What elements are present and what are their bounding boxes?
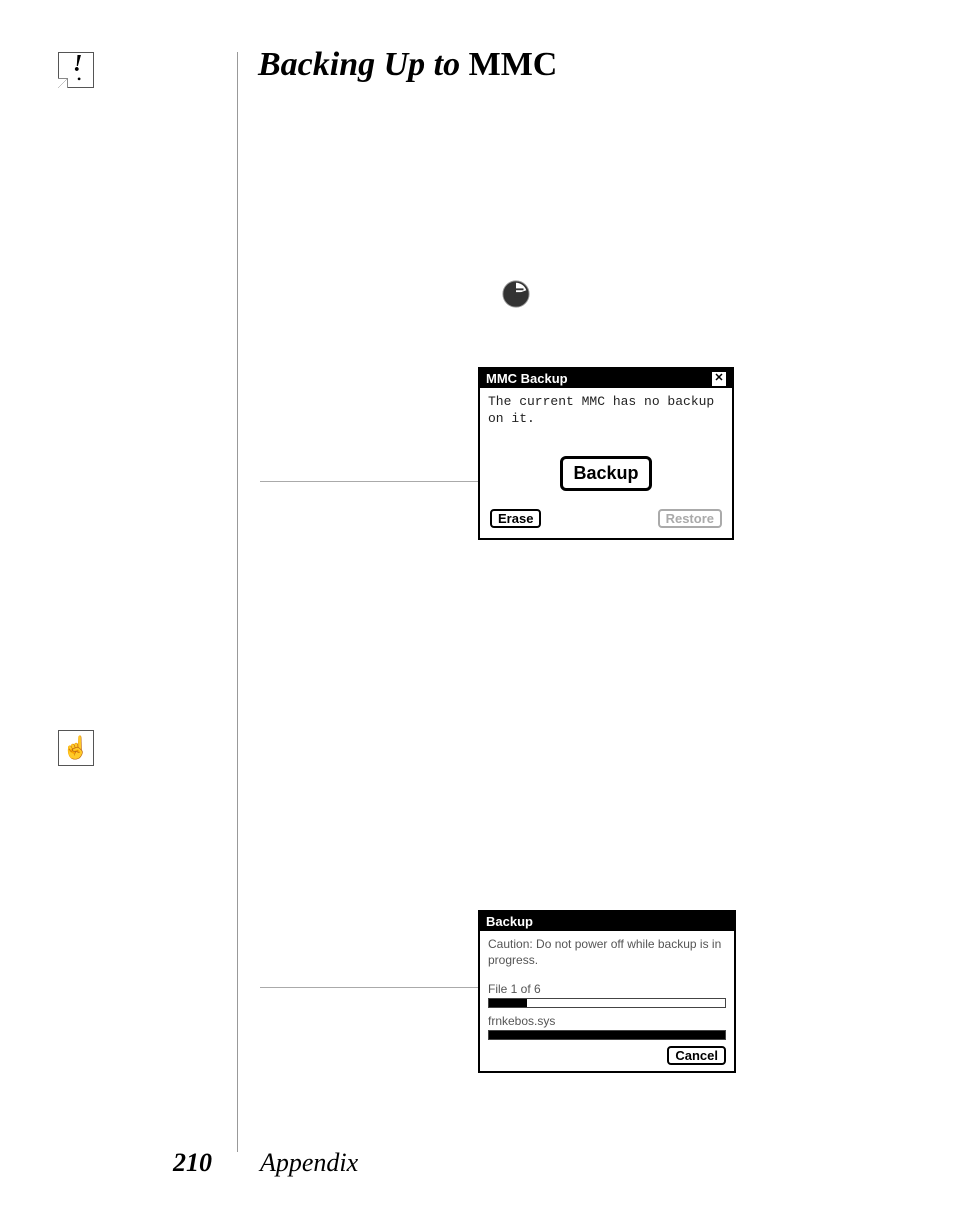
caution-text: Caution: Do not power off while backup i… <box>488 937 726 968</box>
dialog-message: The current MMC has no backup on it. <box>488 394 724 428</box>
close-icon[interactable]: ✕ <box>712 372 726 386</box>
dialog-titlebar: MMC Backup ✕ <box>480 369 732 388</box>
dialog-title-text: MMC Backup <box>486 371 568 386</box>
disk-icon <box>501 279 531 309</box>
warning-note-icon <box>58 52 94 88</box>
footer-label: Appendix <box>260 1148 358 1178</box>
overall-progress <box>488 998 726 1008</box>
file-progress <box>488 1030 726 1040</box>
section-title: Backing Up to MMC <box>258 46 557 84</box>
restore-button: Restore <box>658 509 722 528</box>
dialog-titlebar: Backup <box>480 912 734 931</box>
current-filename: frnkebos.sys <box>488 1014 726 1028</box>
page-number: 210 <box>173 1148 212 1178</box>
dialog-title-text: Backup <box>486 914 533 929</box>
vertical-rule <box>237 52 238 1152</box>
hand-note-icon: ☝ <box>58 730 94 766</box>
title-italic: Backing Up to <box>258 46 469 83</box>
backup-button[interactable]: Backup <box>560 456 651 491</box>
file-count: File 1 of 6 <box>488 982 726 996</box>
mmc-backup-dialog: MMC Backup ✕ The current MMC has no back… <box>478 367 734 540</box>
backup-progress-dialog: Backup Caution: Do not power off while b… <box>478 910 736 1073</box>
erase-button[interactable]: Erase <box>490 509 541 528</box>
cancel-button[interactable]: Cancel <box>667 1046 726 1065</box>
connector-line <box>260 987 478 988</box>
title-roman: MMC <box>469 46 558 83</box>
connector-line <box>260 481 480 482</box>
